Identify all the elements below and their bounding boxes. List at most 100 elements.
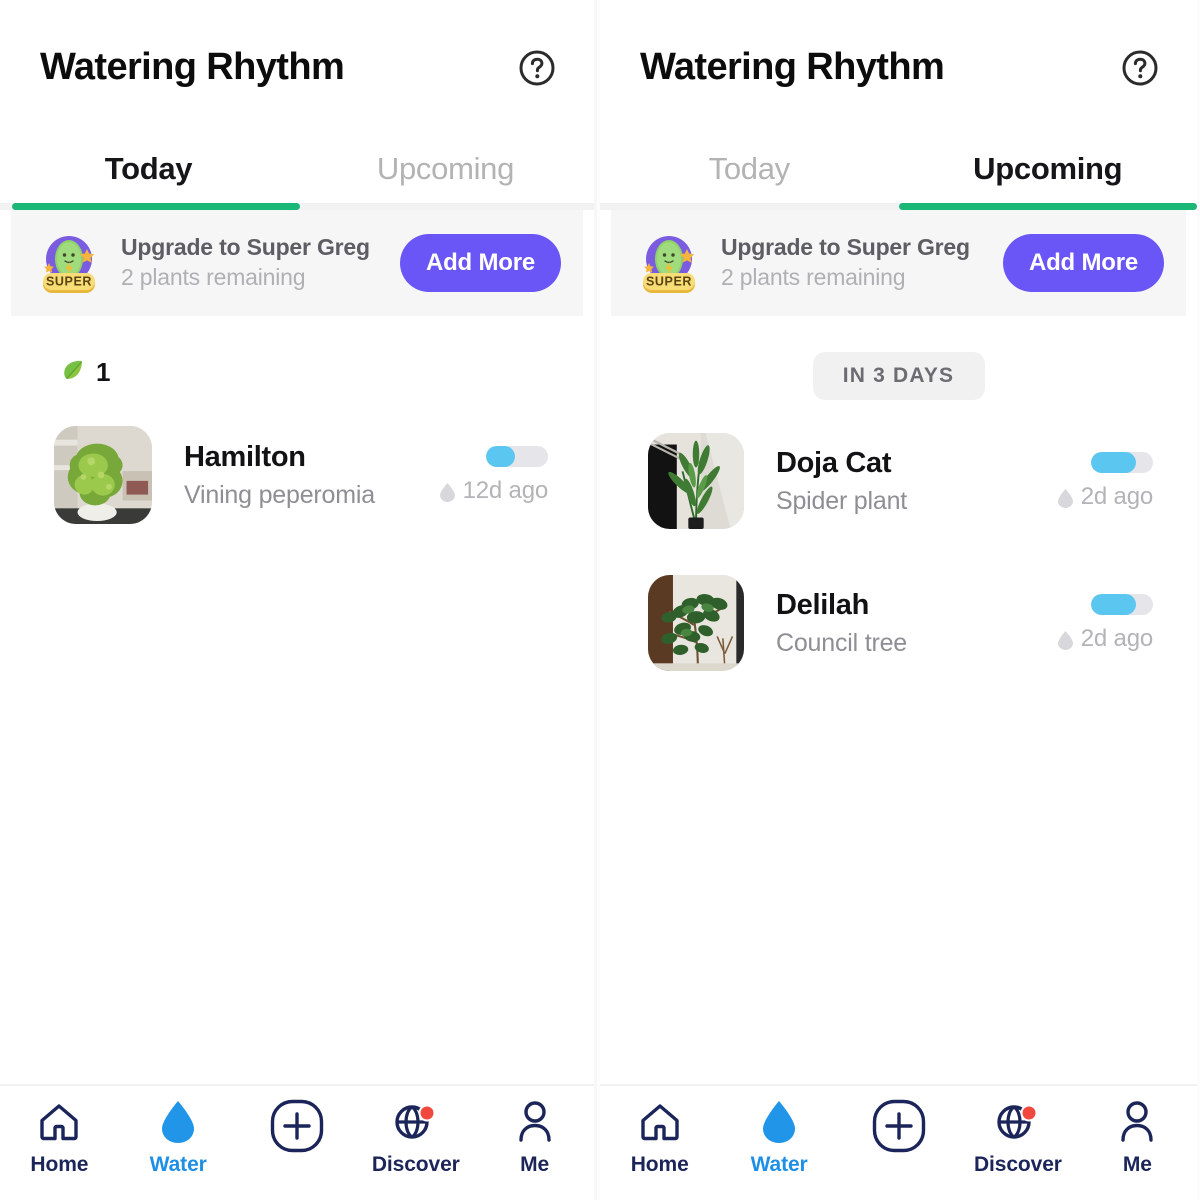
tab-active-underline (11, 203, 300, 210)
nav-label: Home (30, 1153, 89, 1176)
nav-label: Home (630, 1153, 689, 1176)
nav-label: Me (1122, 1153, 1152, 1176)
tab-bar: Today Upcoming (600, 135, 1197, 210)
upcoming-panel: Watering Rhythm Today Upcoming SUPER Upg… (600, 0, 1197, 1200)
nav-item-water[interactable]: Water (719, 1100, 838, 1177)
plant-row[interactable]: Hamilton Vining peperomia 12d ago (0, 416, 594, 534)
leaf-count-row: 1 (0, 350, 594, 394)
nav-item-water[interactable]: Water (119, 1100, 238, 1177)
water-drop-icon (1057, 487, 1073, 508)
water-level-fill (1091, 451, 1136, 473)
nav-item-home[interactable]: Home (0, 1100, 119, 1177)
water-level-toggle[interactable] (1091, 451, 1153, 473)
nav-item-me[interactable]: Me (475, 1100, 594, 1177)
nav-item-discover[interactable]: Discover (958, 1100, 1077, 1177)
add-more-button[interactable]: Add More (1002, 234, 1164, 292)
water-level-fill (1091, 593, 1136, 615)
plant-info: Delilah Council tree (744, 588, 1058, 659)
water-drop-icon (1057, 629, 1073, 650)
water-level-toggle[interactable] (1091, 593, 1153, 615)
water-drop-icon (761, 1100, 797, 1144)
last-watered-value: 12d ago (462, 476, 549, 504)
super-greg-badge-icon: SUPER (35, 229, 103, 297)
add-more-button[interactable]: Add More (399, 234, 561, 292)
dual-screenshot-container: Watering Rhythm Today Upcoming SUPER Upg… (0, 0, 1200, 1200)
last-watered-value: 2d ago (1080, 624, 1153, 652)
notification-dot (1022, 1106, 1036, 1120)
nav-item-discover[interactable]: Discover (356, 1100, 475, 1177)
plant-name: Doja Cat (776, 446, 892, 479)
plus-icon (872, 1099, 926, 1153)
tab-today[interactable]: Today (600, 135, 899, 210)
upgrade-banner[interactable]: SUPER Upgrade to Super Greg 2 plants rem… (611, 210, 1186, 316)
last-watered-label: 12d ago (439, 476, 549, 505)
plant-thumbnail (648, 433, 744, 529)
tab-upcoming[interactable]: Upcoming (297, 135, 594, 210)
tab-bar: Today Upcoming (0, 135, 594, 210)
nav-label: Discover (973, 1153, 1062, 1176)
water-level-toggle[interactable] (486, 445, 548, 467)
last-watered-value: 2d ago (1080, 482, 1153, 510)
upcoming-content: IN 3 DAYS Doja Cat Spider plant 2d ago D… (600, 316, 1197, 1084)
home-icon (639, 1100, 681, 1144)
section-badge-in-3-days: IN 3 DAYS (812, 352, 985, 400)
nav-label: Discover (371, 1153, 460, 1176)
help-circle-icon[interactable] (518, 49, 556, 87)
tab-active-underline (898, 203, 1197, 210)
bottom-nav: Home Water Discover Me (0, 1084, 594, 1200)
svg-text:SUPER: SUPER (646, 275, 692, 289)
person-icon (1118, 1100, 1156, 1144)
help-circle-icon[interactable] (1121, 49, 1159, 87)
plus-icon (270, 1099, 324, 1153)
today-panel: Watering Rhythm Today Upcoming SUPER Upg… (0, 0, 597, 1200)
svg-text:SUPER: SUPER (46, 275, 92, 289)
nav-item-me[interactable]: Me (1078, 1100, 1197, 1177)
upgrade-banner-text: Upgrade to Super Greg 2 plants remaining (721, 233, 1003, 294)
upgrade-banner-text: Upgrade to Super Greg 2 plants remaining (121, 233, 400, 294)
plant-species: Council tree (776, 629, 907, 658)
app-header: Watering Rhythm (600, 0, 1197, 135)
nav-item-home[interactable]: Home (600, 1100, 719, 1177)
last-watered-label: 2d ago (1057, 624, 1153, 653)
upgrade-banner-title: Upgrade to Super Greg (721, 233, 970, 260)
upgrade-banner-subtitle: 2 plants remaining (121, 264, 306, 291)
plant-water-meta: 12d ago (439, 445, 549, 505)
nav-label: Me (520, 1153, 550, 1176)
plant-name: Delilah (776, 588, 869, 621)
app-header: Watering Rhythm (0, 0, 594, 135)
globe-icon (393, 1100, 439, 1144)
upgrade-banner[interactable]: SUPER Upgrade to Super Greg 2 plants rem… (11, 210, 583, 316)
nav-label: Water (149, 1153, 207, 1176)
plant-thumbnail (648, 575, 744, 671)
leaf-icon (60, 357, 86, 388)
bottom-nav: Home Water Discover Me (600, 1084, 1197, 1200)
upcoming-plant-list: Doja Cat Spider plant 2d ago Delilah Cou… (600, 422, 1197, 682)
page-title: Watering Rhythm (40, 46, 345, 88)
plant-water-meta: 2d ago (1057, 451, 1153, 511)
notification-dot (420, 1106, 434, 1120)
plant-info: Doja Cat Spider plant (744, 446, 1058, 517)
plant-row[interactable]: Delilah Council tree 2d ago (600, 564, 1197, 682)
plant-thumbnail (54, 426, 152, 524)
page-title: Watering Rhythm (640, 46, 945, 88)
plant-species: Spider plant (776, 487, 908, 516)
nav-item-add[interactable] (839, 1099, 958, 1161)
plant-species: Vining peperomia (184, 481, 375, 510)
water-level-fill (486, 445, 515, 467)
plant-name: Hamilton (184, 440, 306, 473)
plant-row[interactable]: Doja Cat Spider plant 2d ago (600, 422, 1197, 540)
plant-info: Hamilton Vining peperomia (152, 440, 440, 511)
last-watered-label: 2d ago (1057, 482, 1153, 511)
today-content: 1 Hamilton Vining peperomia 12d ago (0, 316, 594, 1084)
water-drop-icon (439, 481, 455, 502)
nav-label: Water (750, 1153, 808, 1176)
water-drop-icon (160, 1100, 196, 1144)
plant-water-meta: 2d ago (1057, 593, 1153, 653)
tab-today[interactable]: Today (0, 135, 297, 210)
upgrade-banner-subtitle: 2 plants remaining (721, 264, 906, 291)
tab-upcoming[interactable]: Upcoming (899, 135, 1198, 210)
upgrade-banner-title: Upgrade to Super Greg (121, 233, 370, 260)
super-greg-badge-icon: SUPER (635, 229, 703, 297)
nav-item-add[interactable] (238, 1099, 357, 1161)
globe-icon (995, 1100, 1041, 1144)
